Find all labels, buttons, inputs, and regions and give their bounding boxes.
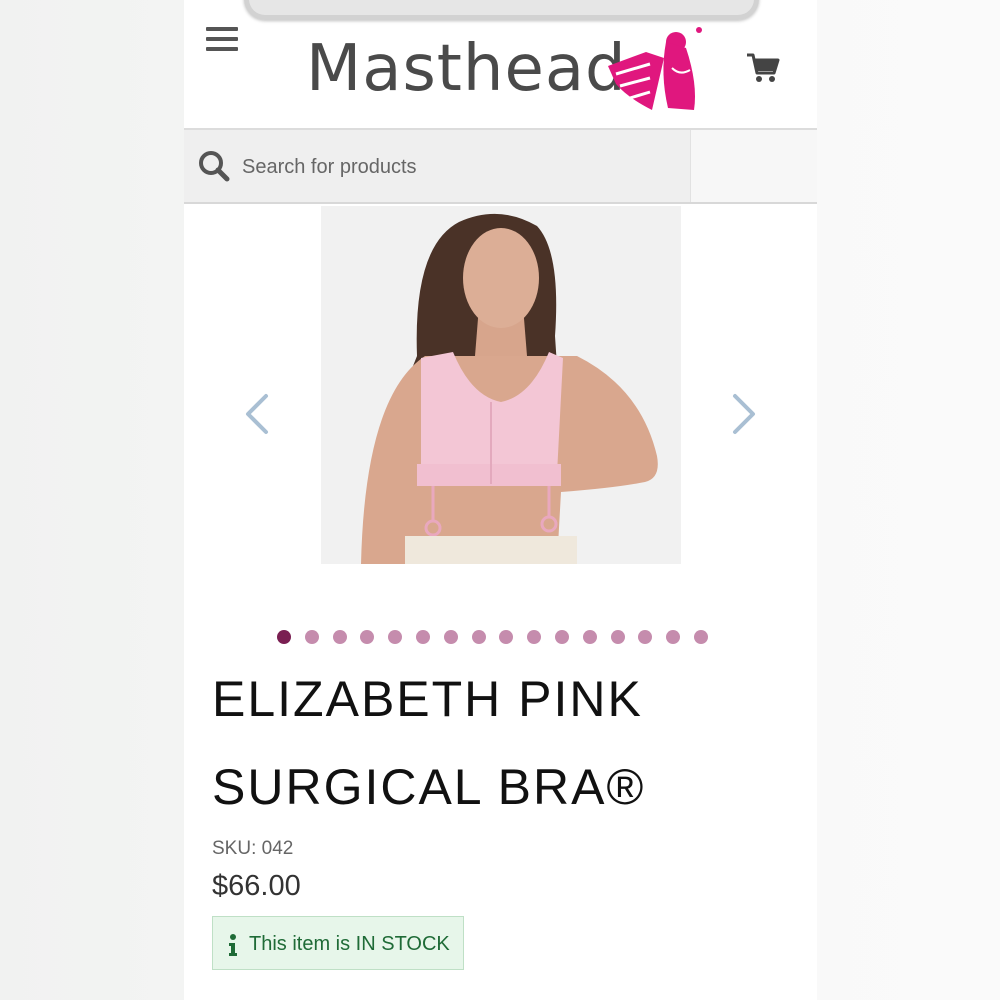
site-logo[interactable]: Masthead [306,24,706,114]
shopping-cart-icon[interactable] [746,52,780,84]
mobile-page: Masthead Search for products ELIZABETH P… [184,0,817,1000]
product-image[interactable] [321,206,681,564]
carousel-dot[interactable] [388,630,403,644]
carousel-dot[interactable] [471,630,486,644]
chevron-right-icon[interactable] [729,392,759,436]
carousel-dot[interactable] [443,630,458,644]
search-side-panel [690,130,817,202]
carousel-dot[interactable] [415,630,430,644]
product-title-line-2: SURGICAL BRA® [212,759,646,815]
carousel-dot[interactable] [638,630,653,644]
sku-row: SKU: 042 [212,838,293,860]
carousel-dot[interactable] [360,630,375,644]
carousel-dot[interactable] [693,630,708,644]
carousel-dot[interactable] [582,630,597,644]
product-title-line-1: ELIZABETH PINK [212,671,643,727]
product-price: $66.00 [212,870,301,902]
stock-status-text: This item is IN STOCK [249,933,450,955]
carousel-dot[interactable] [554,630,569,644]
carousel-dots [277,630,708,646]
carousel-dot[interactable] [666,630,681,644]
carousel-dot[interactable] [277,630,291,644]
sku-value: 042 [261,838,294,859]
search-icon[interactable] [198,150,230,182]
chevron-left-icon[interactable] [242,392,272,436]
carousel-dot[interactable] [610,630,625,644]
sku-label: SKU: [212,838,257,859]
carousel-dot[interactable] [304,630,319,644]
carousel-dot[interactable] [332,630,347,644]
search-input[interactable] [240,146,674,188]
carousel-dot[interactable] [499,630,514,644]
product-title: ELIZABETH PINK SURGICAL BRA® [212,655,792,831]
site-header: Masthead [184,0,817,130]
search-bar [184,130,690,202]
divider [184,202,817,204]
info-icon [229,934,237,956]
hamburger-menu-icon[interactable] [206,27,238,53]
logo-mark-icon [608,27,702,110]
brand-name: Masthead [306,32,627,106]
stock-status-badge: This item is IN STOCK [212,916,464,970]
carousel-dot[interactable] [527,630,542,644]
